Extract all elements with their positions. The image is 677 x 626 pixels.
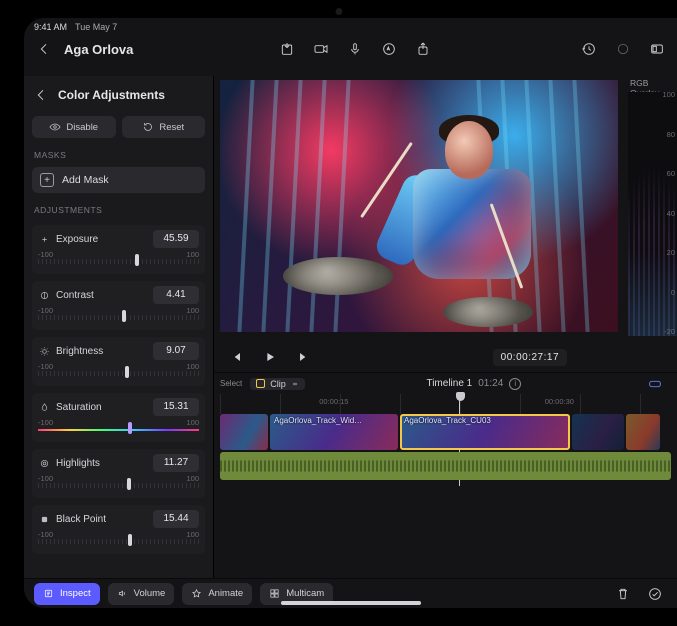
- preview-viewer[interactable]: [220, 80, 618, 332]
- disable-label: Disable: [66, 122, 98, 133]
- exposure-icon: [38, 233, 50, 245]
- timeline-clip[interactable]: AgaOrlova_Track_Wid…: [270, 414, 398, 450]
- timeline-clip[interactable]: [220, 414, 268, 450]
- timeline-duration: 01:24: [478, 378, 503, 389]
- import-media-button[interactable]: [275, 38, 299, 60]
- saturation-icon: [38, 401, 50, 413]
- delete-button[interactable]: [611, 583, 635, 605]
- top-toolbar: Aga Orlova: [24, 34, 677, 66]
- volume-tab[interactable]: Volume: [108, 583, 175, 605]
- disable-button[interactable]: Disable: [32, 116, 116, 138]
- timeline-info-button[interactable]: i: [509, 378, 521, 390]
- timeline-clip[interactable]: [572, 414, 624, 450]
- adjustment-label: Contrast: [56, 290, 147, 301]
- inspect-tab[interactable]: Inspect: [34, 583, 100, 605]
- adjustment-slider[interactable]: -100 100: [38, 252, 199, 268]
- adjustment-slider[interactable]: -100 100: [38, 476, 199, 492]
- animate-tab[interactable]: Animate: [182, 583, 252, 605]
- next-frame-button[interactable]: [292, 346, 316, 368]
- adjustment-exposure: Exposure 45.59 -100 100: [32, 225, 205, 274]
- adjustment-slider[interactable]: -100 100: [38, 420, 199, 436]
- play-button[interactable]: [258, 346, 282, 368]
- inspector-sidebar: Color Adjustments Disable Reset MASKS + …: [24, 76, 214, 578]
- adjustment-value[interactable]: 11.27: [153, 454, 199, 472]
- audio-track[interactable]: [220, 452, 671, 480]
- home-indicator[interactable]: [281, 601, 421, 605]
- scopes-axis: 100806040200-20: [659, 90, 675, 336]
- timeline-header: Select Clip Timeline 1 01:24 i: [214, 372, 677, 394]
- adjustment-value[interactable]: 15.31: [153, 398, 199, 416]
- adjustment-value[interactable]: 45.59: [153, 230, 199, 248]
- timeline-ruler[interactable]: 00:00:15 00:00:30: [220, 394, 671, 414]
- camera-button[interactable]: [309, 38, 333, 60]
- reset-label: Reset: [159, 122, 184, 133]
- adjustment-label: Exposure: [56, 234, 147, 245]
- status-date: Tue May 7: [75, 22, 117, 32]
- adjustment-label: Saturation: [56, 402, 147, 413]
- video-track[interactable]: AgaOrlova_Track_Wid… AgaOrlova_Track_CU0…: [220, 414, 671, 450]
- adjustment-slider[interactable]: -100 100: [38, 532, 199, 548]
- confirm-button[interactable]: [643, 583, 667, 605]
- timeline-clip-selected[interactable]: AgaOrlova_Track_CU03: [400, 414, 570, 450]
- add-mask-label: Add Mask: [62, 174, 109, 186]
- inspector-back-button[interactable]: [32, 84, 50, 106]
- masks-section-label: MASKS: [34, 150, 203, 160]
- highlights-icon: [38, 457, 50, 469]
- adjustment-saturation: Saturation 15.31 -100 100: [32, 393, 205, 442]
- contrast-icon: [38, 289, 50, 301]
- timecode-display[interactable]: 00:00:27:17: [493, 349, 567, 366]
- display-options-button[interactable]: [645, 38, 669, 60]
- adjustment-label: Brightness: [56, 346, 147, 357]
- select-label: Select: [220, 379, 242, 388]
- settings-button[interactable]: [611, 38, 635, 60]
- black-point-icon: [38, 513, 50, 525]
- status-time: 9:41 AM: [34, 22, 67, 32]
- adjustment-label: Highlights: [56, 458, 147, 469]
- plus-icon: +: [40, 173, 54, 187]
- timeline-clip[interactable]: [626, 414, 660, 450]
- tools-button[interactable]: [377, 38, 401, 60]
- reset-button[interactable]: Reset: [122, 116, 206, 138]
- share-button[interactable]: [411, 38, 435, 60]
- adjustment-brightness: Brightness 9.07 -100 100: [32, 337, 205, 386]
- adjustment-slider[interactable]: -100 100: [38, 364, 199, 380]
- library-back-button[interactable]: [32, 38, 56, 60]
- clip-chip-icon: [256, 379, 265, 388]
- timeline-tracks[interactable]: AgaOrlova_Track_Wid… AgaOrlova_Track_CU0…: [214, 414, 677, 480]
- add-mask-button[interactable]: + Add Mask: [32, 167, 205, 193]
- prev-frame-button[interactable]: [224, 346, 248, 368]
- transport-bar: 00:00:27:17: [214, 344, 677, 372]
- adjustments-section-label: ADJUSTMENTS: [34, 205, 203, 215]
- timeline-overview-button[interactable]: [643, 373, 667, 395]
- history-button[interactable]: [577, 38, 601, 60]
- selection-mode-chip[interactable]: Clip: [250, 378, 305, 390]
- adjustment-value[interactable]: 9.07: [153, 342, 199, 360]
- adjustment-value[interactable]: 4.41: [153, 286, 199, 304]
- timeline-name: Timeline 1: [426, 378, 472, 389]
- adjustment-slider[interactable]: -100 100: [38, 308, 199, 324]
- adjustment-value[interactable]: 15.44: [153, 510, 199, 528]
- project-title: Aga Orlova: [64, 42, 133, 57]
- adjustment-label: Black Point: [56, 514, 147, 525]
- status-bar: 9:41 AM Tue May 7: [24, 18, 677, 34]
- adjustment-contrast: Contrast 4.41 -100 100: [32, 281, 205, 330]
- voiceover-button[interactable]: [343, 38, 367, 60]
- inspector-title: Color Adjustments: [58, 88, 165, 102]
- video-scopes: RGB Overlay 100806040200-20: [624, 76, 677, 344]
- brightness-icon: [38, 345, 50, 357]
- adjustment-highlights: Highlights 11.27 -100 100: [32, 449, 205, 498]
- adjustment-black-point: Black Point 15.44 -100 100: [32, 505, 205, 554]
